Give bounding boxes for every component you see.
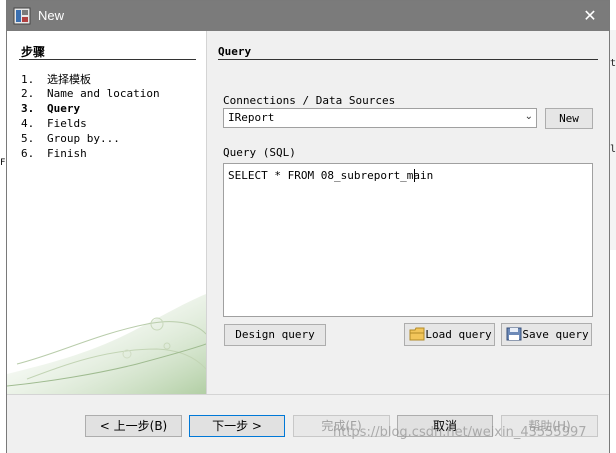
steps-title: 步骤 (21, 45, 46, 59)
new-connection-label: New (559, 112, 579, 125)
save-query-button[interactable]: Save query (501, 323, 592, 346)
connection-value: IReport (228, 111, 275, 124)
steps-panel: 步骤 1. 选择模板 2. Name and location 3. Query 4.… (7, 31, 207, 394)
new-connection-button[interactable]: New (545, 108, 593, 129)
connection-select[interactable]: IReport ⌄ (223, 108, 537, 128)
step-number: 6. (21, 147, 35, 160)
back-label: < 上一步(B) (99, 419, 168, 433)
step-number: 1. (21, 73, 35, 86)
design-query-label: Design query (235, 328, 315, 341)
next-button[interactable]: 下一步 > (189, 415, 285, 437)
steps-divider (19, 59, 196, 60)
window-title: New (38, 8, 65, 23)
step-label: Group by... (47, 132, 120, 145)
query-text: SELECT * FROM 08_subreport_main (228, 169, 434, 182)
folder-open-icon (409, 327, 425, 341)
save-query-label: Save query (522, 328, 589, 341)
step-number: 3. (21, 102, 35, 115)
back-button[interactable]: < 上一步(B) (85, 415, 182, 437)
next-label: 下一步 > (212, 419, 262, 433)
section-title: Query (218, 45, 252, 58)
step-label: 选择模板 (47, 73, 91, 86)
load-query-label: Load query (425, 328, 492, 341)
step-item: 6. Finish (21, 147, 87, 160)
step-number: 2. (21, 87, 35, 100)
step-label: Fields (47, 117, 87, 130)
query-label: Query (SQL) (223, 146, 296, 159)
save-icon (506, 327, 522, 341)
step-label: Query (47, 102, 81, 115)
step-item-active: 3. Query (21, 102, 80, 115)
app-icon (13, 7, 31, 25)
close-button[interactable]: ✕ (577, 5, 603, 27)
connections-label: Connections / Data Sources (223, 94, 396, 107)
decorative-swirl (7, 294, 206, 394)
chevron-down-icon: ⌄ (524, 111, 533, 122)
watermark: https://blog.csdn.net/weixin_43555997 (333, 425, 587, 440)
close-icon: ✕ (583, 6, 597, 25)
button-bar: < 上一步(B) 下一步 > 完成(F) 取消 帮助(H) (7, 394, 609, 453)
step-item: 5. Group by... (21, 132, 120, 145)
query-panel: Query Connections / Data Sources IReport… (207, 31, 609, 394)
new-report-dialog: New ✕ 步骤 1. 选择模板 2. Name and location 3. Qu… (6, 0, 610, 453)
background-left-text: F (0, 158, 6, 168)
step-item: 2. Name and location (21, 87, 160, 100)
step-label: Name and location (47, 87, 160, 100)
text-caret (414, 169, 415, 182)
step-item: 1. 选择模板 (21, 71, 91, 87)
step-label: Finish (47, 147, 87, 160)
query-editor[interactable]: SELECT * FROM 08_subreport_main (223, 163, 593, 317)
load-query-button[interactable]: Load query (404, 323, 495, 346)
title-bar[interactable]: New ✕ (7, 1, 609, 31)
section-divider (218, 59, 598, 60)
step-number: 5. (21, 132, 35, 145)
step-item: 4. Fields (21, 117, 87, 130)
design-query-button[interactable]: Design query (224, 324, 326, 346)
step-number: 4. (21, 117, 35, 130)
